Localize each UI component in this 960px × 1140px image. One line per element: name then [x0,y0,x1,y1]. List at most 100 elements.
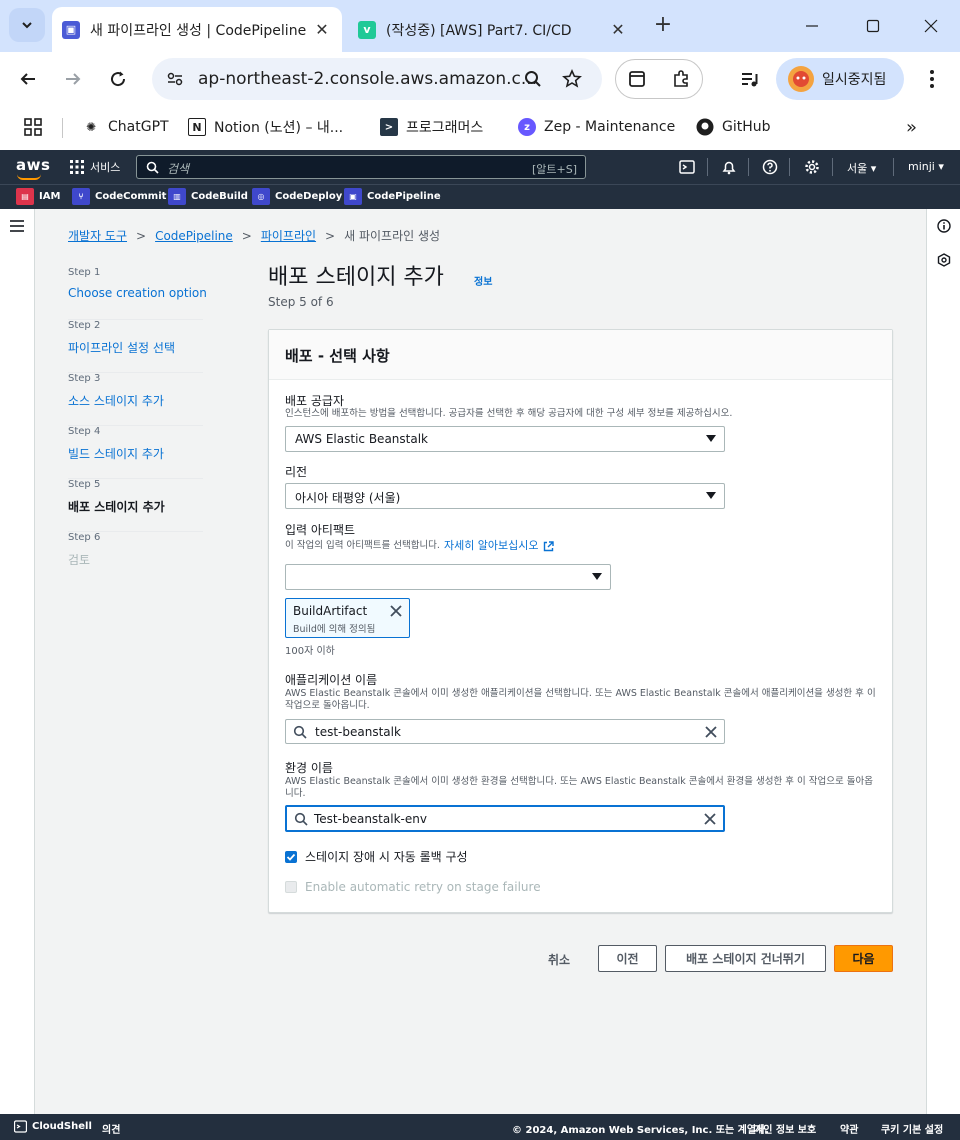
rollback-label: 스테이지 장애 시 자동 롤백 구성 [305,850,468,864]
info-link[interactable]: 정보 [474,273,492,288]
zoom-search-icon[interactable] [522,68,544,90]
chatgpt-icon: ✺ [85,120,97,134]
favorite-codepipeline[interactable]: ▣ CodePipeline [344,188,441,205]
aws-logo[interactable]: aws [16,156,51,180]
bookmark-programmers[interactable]: > 프로그래머스 [380,116,483,138]
skip-deploy-stage-button[interactable]: 배포 스테이지 건너뛰기 [665,945,826,972]
step-link[interactable]: Choose creation option [68,286,207,300]
favorite-codedeploy[interactable]: ◎ CodeDeploy [252,188,342,205]
account-menu[interactable]: minji ▾ [908,160,944,173]
clear-icon[interactable] [704,725,718,739]
step-link[interactable]: 소스 스테이지 추가 [68,392,164,409]
breadcrumb-codepipeline[interactable]: CodePipeline [155,229,233,243]
learn-more-link[interactable]: 자세히 알아보십시오 [444,540,539,552]
cancel-button[interactable]: 취소 [548,951,570,968]
region-select[interactable]: 아시아 태평양 (서울) [285,483,725,509]
step-link[interactable]: 파이프라인 설정 선택 [68,339,175,356]
maximize-button[interactable] [861,14,885,38]
terms-link[interactable]: 약관 [840,1121,858,1136]
region-selector[interactable]: 서울 ▾ [847,160,876,176]
aws-logo-text: aws [16,156,51,174]
hexagon-icon [937,253,951,267]
provider-description: 인스턴스에 배포하는 방법을 선택합니다. 공급자를 선택한 후 해당 공급자에… [285,408,733,419]
step-link[interactable]: 빌드 스테이지 추가 [68,445,164,462]
double-chevron-right-icon: » [906,116,918,138]
aws-search-input[interactable]: 검색 [알트+S] [136,155,586,179]
bookmark-notion[interactable]: N Notion (노션) – 내... [188,116,343,138]
step-number: Step 1 [68,267,101,278]
bookmark-github[interactable]: GitHub [696,116,771,138]
provider-select[interactable]: AWS Elastic Beanstalk [285,426,725,452]
tab-search-button[interactable] [9,8,45,42]
help-button[interactable] [761,158,779,176]
breadcrumb: 개발자 도구 > CodePipeline > 파이프라인 > 새 파이프라인 … [68,227,440,244]
bookmarks-divider [62,118,63,138]
media-control-button[interactable] [736,65,764,93]
terminal-icon [679,160,695,174]
rollback-checkbox[interactable]: 스테이지 장애 시 자동 롤백 구성 [285,848,468,865]
cookie-preferences-link[interactable]: 쿠키 기본 설정 [881,1121,943,1136]
notifications-button[interactable] [720,158,738,176]
browser-tab-codepipeline[interactable]: ▣ 새 파이프라인 생성 | CodePipeline ✕ [52,7,342,52]
next-button[interactable]: 다음 [834,945,893,972]
services-menu-button[interactable]: 서비스 [70,159,120,175]
back-button[interactable] [14,65,42,93]
favorite-codebuild[interactable]: ▥ CodeBuild [168,188,248,205]
info-panel-button[interactable] [936,218,952,234]
bookmark-label: GitHub [722,119,771,135]
minimize-icon [806,25,818,27]
tutorial-panel-button[interactable] [936,252,952,268]
browser-toolbar: ap-northeast-2.console.aws.amazon.c... 일… [0,52,960,106]
breadcrumb-chevron-icon: > [325,228,336,243]
browser-tab-velog[interactable]: v (작성중) [AWS] Part7. CI/CD ✕ [348,7,638,52]
step-disabled-label: 검토 [68,553,91,567]
favorite-label: CodeBuild [191,191,248,202]
panel-title: 배포 - 선택 사항 [285,347,390,365]
favorite-iam[interactable]: ▤ IAM [16,188,60,205]
favorite-label: IAM [39,191,61,202]
feedback-link[interactable]: 의견 [102,1121,120,1136]
clear-icon[interactable] [703,812,717,826]
checkbox-disabled-icon [285,881,297,893]
address-bar[interactable]: ap-northeast-2.console.aws.amazon.c... [152,58,602,100]
artifact-hint: 100자 이하 [285,646,335,657]
forward-button[interactable] [59,65,87,93]
more-bookmarks-button[interactable]: » [906,116,917,138]
breadcrumb-developer-tools[interactable]: 개발자 도구 [68,227,127,244]
breadcrumb-pipelines[interactable]: 파이프라인 [261,227,316,244]
menu-toggle-button[interactable] [9,218,25,234]
artifact-select[interactable] [285,564,611,590]
extensions-puzzle-icon[interactable] [670,68,692,90]
application-input[interactable]: test-beanstalk [285,719,725,744]
token-name: BuildArtifact [293,604,368,618]
minimize-button[interactable] [800,14,824,38]
close-window-button[interactable] [919,14,943,38]
reload-button[interactable] [104,65,132,93]
cloudshell-button[interactable] [678,158,696,176]
new-tab-button[interactable]: + [650,13,676,39]
close-tab-icon[interactable]: ✕ [608,20,628,39]
close-tab-icon[interactable]: ✕ [312,20,332,39]
bookmark-chatgpt[interactable]: ✺ ChatGPT [82,116,169,138]
external-link-icon[interactable] [543,540,554,552]
application-value: test-beanstalk [315,725,401,739]
previous-button[interactable]: 이전 [598,945,657,972]
bookmark-zep[interactable]: z Zep - Maintenance [518,116,675,138]
privacy-link[interactable]: 개인 정보 보호 [754,1121,816,1136]
apps-button[interactable] [24,116,42,138]
cloudshell-footer-button[interactable]: CloudShell [14,1120,92,1133]
settings-button[interactable] [803,158,821,176]
region-value: 아시아 태평양 (서울) [295,491,401,505]
notion-web-clipper-icon[interactable] [626,68,648,90]
page-title: 배포 스테이지 추가 [268,265,444,290]
retry-checkbox: Enable automatic retry on stage failure [285,880,541,894]
bookmark-star-icon[interactable] [561,68,583,90]
chevron-down-icon [22,22,32,29]
chrome-menu-button[interactable] [918,65,946,93]
favorite-codecommit[interactable]: ⑂ CodeCommit [72,188,166,205]
site-info-icon[interactable] [164,68,186,90]
profile-paused-button[interactable]: 일시중지됨 [776,58,904,100]
search-icon [293,725,307,739]
environment-input[interactable]: Test-beanstalk-env [285,805,725,832]
remove-token-icon[interactable] [389,604,403,618]
